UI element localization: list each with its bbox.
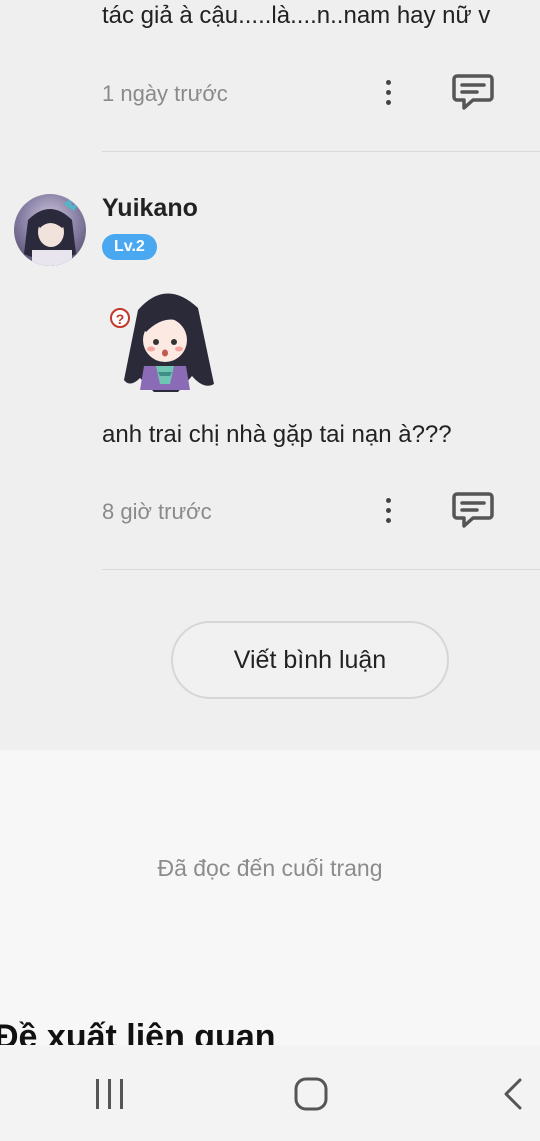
more-options-icon[interactable] [378,490,398,530]
comment-text: tác giả à cậu.....là....n..nam hay nữ v [102,2,491,29]
write-comment-button[interactable]: Viết bình luận [171,621,449,699]
navigation-bar [0,1045,540,1141]
related-title: Đề xuất liên quan [0,1018,276,1045]
comment-divider [102,151,540,152]
comment-divider [102,569,540,570]
comment-timestamp: 8 giờ trước [102,499,212,524]
reply-icon[interactable] [451,70,495,114]
back-icon[interactable] [498,1077,526,1111]
comment-timestamp: 1 ngày trước [102,81,228,106]
avatar[interactable] [14,194,86,266]
home-icon[interactable] [293,1076,329,1112]
sticker-image: ? [108,280,224,396]
recent-apps-icon[interactable] [92,1077,128,1111]
username[interactable]: Yuikano [102,194,198,223]
comment-text: anh trai chị nhà gặp tai nạn à??? [102,421,452,448]
comments-section: tác giả à cậu.....là....n..nam hay nữ v … [0,0,540,750]
related-section: Đề xuất liên quan [0,1010,540,1045]
more-options-icon[interactable] [378,72,398,112]
end-of-page-text: Đã đọc đến cuối trang [157,855,383,881]
level-badge: Lv.2 [102,234,157,260]
svg-text:?: ? [116,311,125,327]
reply-icon[interactable] [451,488,495,532]
